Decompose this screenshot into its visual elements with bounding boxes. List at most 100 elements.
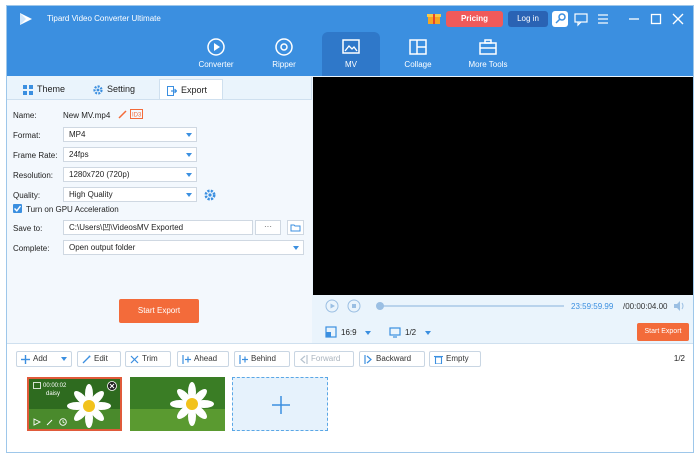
empty-button[interactable]: Empty (429, 351, 481, 367)
saveto-value: C:\Users\凹\VideosMV Exported (69, 223, 184, 232)
converter-icon (207, 38, 225, 56)
quality-value: High Quality (69, 190, 113, 199)
progress-track[interactable] (379, 305, 564, 307)
svg-text:ID3: ID3 (132, 113, 142, 119)
play-icon[interactable] (33, 418, 41, 426)
chevron-down-icon (61, 357, 67, 361)
resolution-label: Resolution: (13, 171, 54, 180)
menu-icon[interactable] (595, 11, 611, 27)
chevron-down-icon[interactable] (425, 331, 431, 335)
gear-icon (93, 85, 103, 95)
edit-button[interactable]: Edit (77, 351, 121, 367)
saveto-path-field[interactable]: C:\Users\凹\VideosMV Exported (63, 220, 253, 235)
rename-pencil-icon[interactable] (118, 110, 127, 119)
player-controls: 23:59:59.99 /00:00:04.00 16:9 1/2 Start … (313, 295, 693, 343)
tab-setting[interactable]: Setting (93, 79, 153, 99)
chevron-down-icon (186, 133, 192, 137)
play-icon[interactable] (325, 299, 339, 313)
clock-icon[interactable] (59, 418, 67, 426)
forward-label: Forward (311, 354, 341, 363)
preview-scale-value[interactable]: 1/2 (405, 328, 416, 337)
open-folder-button[interactable] (287, 220, 304, 235)
nav-more-tools[interactable]: More Tools (459, 32, 517, 76)
backward-button[interactable]: Backward (359, 351, 425, 367)
framerate-value: 24fps (69, 150, 89, 159)
clip-name: daisy (46, 391, 61, 397)
start-export-button[interactable]: Start Export (119, 299, 199, 323)
name-value: New MV.mp4 (63, 111, 111, 120)
quality-label: Quality: (13, 191, 41, 200)
ripper-icon (275, 38, 293, 56)
behind-button[interactable]: Behind (234, 351, 290, 367)
preview-start-export-button[interactable]: Start Export (637, 323, 689, 341)
nav-ripper[interactable]: Ripper (255, 32, 313, 76)
add-button[interactable]: Add (16, 351, 72, 367)
forward-icon (300, 355, 308, 364)
key-icon (555, 13, 566, 24)
resolution-select[interactable]: 1280x720 (720p) (63, 167, 197, 182)
framerate-select[interactable]: 24fps (63, 147, 197, 162)
quality-settings-gear-icon[interactable] (204, 189, 216, 201)
clip-thumbnail[interactable] (130, 377, 225, 431)
plus-icon (21, 355, 30, 364)
tab-label: Export (181, 85, 208, 95)
scissors-icon (130, 355, 139, 364)
title-bar: Tipard Video Converter Ultimate Pricing … (7, 6, 693, 76)
nav-converter[interactable]: Converter (187, 32, 245, 76)
trim-label: Trim (142, 354, 158, 363)
nav-mv[interactable]: MV (322, 32, 380, 76)
collage-icon (409, 39, 427, 55)
theme-icon (23, 84, 33, 95)
page-indicator: 1/2 (673, 354, 685, 363)
clip-duration: 00:00:02 (43, 383, 67, 389)
volume-icon[interactable] (672, 299, 686, 313)
complete-select[interactable]: Open output folder (63, 240, 304, 255)
ahead-button[interactable]: Ahead (177, 351, 229, 367)
forward-button[interactable]: Forward (294, 351, 354, 367)
chevron-down-icon (186, 193, 192, 197)
magic-wand-icon[interactable] (46, 418, 54, 426)
trim-button[interactable]: Trim (125, 351, 171, 367)
format-select[interactable]: MP4 (63, 127, 197, 142)
nav-label: Ripper (272, 60, 296, 69)
clip-thumbnail[interactable]: 00:00:02 daisy (27, 377, 122, 431)
monitor-icon (389, 327, 401, 338)
quality-select[interactable]: High Quality (63, 187, 197, 202)
clip-timeline: 00:00:02 daisy (7, 373, 693, 452)
stop-icon[interactable] (347, 299, 361, 313)
minimize-icon[interactable] (627, 12, 641, 26)
add-clip-placeholder[interactable] (232, 377, 328, 431)
chevron-down-icon[interactable] (365, 331, 371, 335)
magic-wand-icon (82, 355, 91, 364)
aspect-ratio-value[interactable]: 16:9 (341, 328, 357, 337)
gpu-checkbox[interactable] (13, 204, 22, 213)
tab-export[interactable]: Export (159, 79, 223, 99)
maximize-icon[interactable] (649, 12, 663, 26)
plus-icon (272, 396, 290, 414)
browse-button[interactable]: ··· (255, 220, 281, 235)
register-key-button[interactable] (552, 11, 568, 27)
behind-label: Behind (251, 354, 276, 363)
close-icon[interactable] (671, 12, 685, 26)
progress-handle[interactable] (376, 302, 384, 310)
remove-clip-icon[interactable] (107, 381, 117, 391)
nav-label: More Tools (468, 60, 508, 69)
time-current: 23:59:59.99 (571, 302, 614, 311)
pricing-button[interactable]: Pricing (446, 11, 503, 27)
tab-theme[interactable]: Theme (23, 79, 83, 99)
resolution-value: 1280x720 (720p) (69, 170, 130, 179)
framerate-label: Frame Rate: (13, 151, 58, 160)
id3-tag-icon[interactable]: ID3 (130, 109, 143, 119)
nav-collage[interactable]: Collage (389, 32, 447, 76)
export-settings-form: Name: New MV.mp4 ID3 Format: MP4 Frame R… (7, 99, 312, 343)
edit-label: Edit (94, 354, 108, 363)
backward-icon (364, 355, 372, 364)
trash-icon (434, 355, 443, 364)
chevron-down-icon (186, 173, 192, 177)
app-logo-icon (20, 13, 32, 25)
ahead-label: Ahead (194, 354, 218, 363)
login-button[interactable]: Log in (508, 11, 548, 27)
toolbox-icon (479, 39, 497, 55)
gift-icon[interactable] (427, 11, 441, 25)
feedback-icon[interactable] (573, 11, 589, 27)
